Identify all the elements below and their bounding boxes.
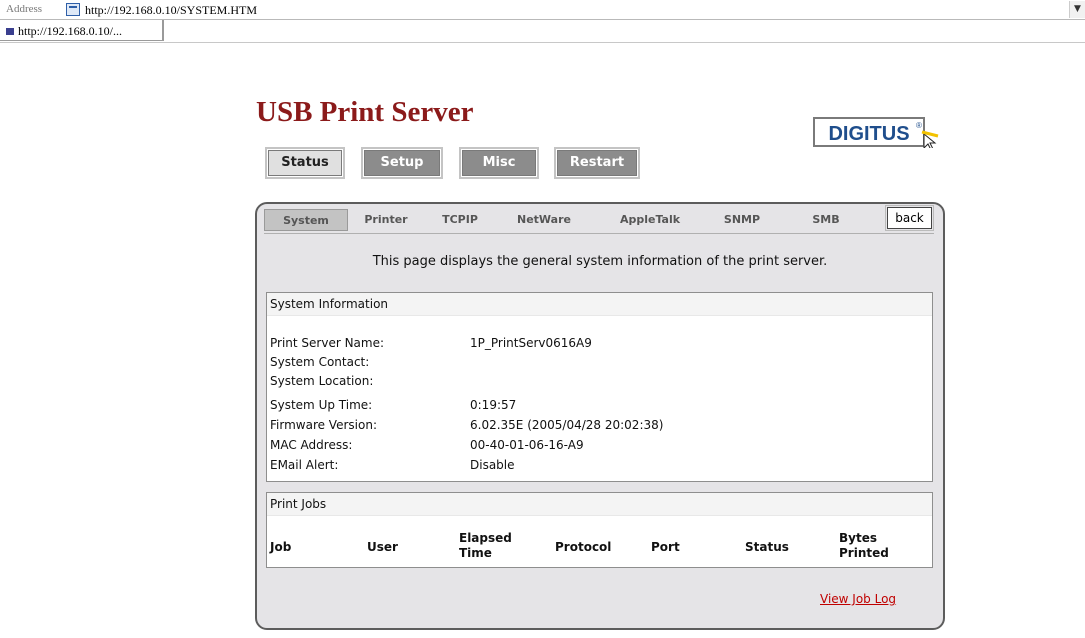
setup-button[interactable]: Setup [361,147,443,179]
print-jobs-box: Print Jobs Job User Elapsed Time Protoco… [266,492,933,568]
tab-strip: http://192.168.0.10/... [0,20,1085,43]
tab-system[interactable]: System [264,209,348,231]
section-heading: Print Jobs [267,493,932,516]
column-elapsed-line2: Time [459,546,492,560]
info-label: System Location: [270,374,374,388]
column-port: Port [651,540,680,554]
info-label: Print Server Name: [270,336,385,350]
info-value: 00-40-01-06-16-A9 [470,438,584,452]
info-value: 1P_PrintServ0616A9 [470,336,592,350]
info-label: EMail Alert: [270,458,339,472]
address-label: Address [6,3,43,15]
status-button[interactable]: Status [265,147,345,179]
tab-printer[interactable]: Printer [354,209,418,231]
page-title: USB Print Server [256,96,474,128]
column-protocol: Protocol [555,540,612,554]
logo-registered-mark: ® [916,121,922,130]
info-label: MAC Address: [270,438,353,452]
page-icon [66,3,80,16]
divider [264,233,934,234]
info-label: System Contact: [270,355,370,369]
column-status: Status [745,540,789,554]
system-info-box: System Information Print Server Name: 1P… [266,292,933,482]
tab-netware[interactable]: NetWare [508,209,580,231]
tab-smb[interactable]: SMB [798,209,854,231]
back-button[interactable]: back [885,205,934,231]
info-value: Disable [470,458,515,472]
status-subtabs: System Printer TCPIP NetWare AppleTalk S… [264,209,934,231]
column-user: User [367,540,398,554]
address-bar[interactable]: Address http://192.168.0.10/SYSTEM.HTM ▼ [0,0,1085,20]
tab-label: http://192.168.0.10/... [18,24,123,38]
tab-appletalk[interactable]: AppleTalk [608,209,692,231]
tab-snmp[interactable]: SNMP [712,209,772,231]
view-job-log-link[interactable]: View Job Log [820,592,896,606]
info-value: 6.02.35E (2005/04/28 20:02:38) [470,418,664,432]
digitus-logo: DIGITUS ® [813,117,939,148]
info-label: Firmware Version: [270,418,377,432]
misc-button[interactable]: Misc [459,147,539,179]
column-job: Job [270,540,292,554]
tab-tcpip[interactable]: TCPIP [432,209,488,231]
chevron-down-icon[interactable]: ▼ [1069,1,1085,18]
column-elapsed: Elapsed [459,531,512,545]
restart-button[interactable]: Restart [554,147,640,179]
column-bytes: Bytes [839,531,877,545]
column-bytes-line2: Printed [839,546,889,560]
page-description: This page displays the general system in… [372,254,828,269]
section-heading: System Information [267,293,932,316]
info-value: 0:19:57 [470,398,517,412]
logo-text: DIGITUS [828,123,909,145]
browser-tab[interactable]: http://192.168.0.10/... [0,20,164,41]
tab-page-icon [6,28,14,35]
info-label: System Up Time: [270,398,373,412]
url-input[interactable]: http://192.168.0.10/SYSTEM.HTM [85,3,257,18]
